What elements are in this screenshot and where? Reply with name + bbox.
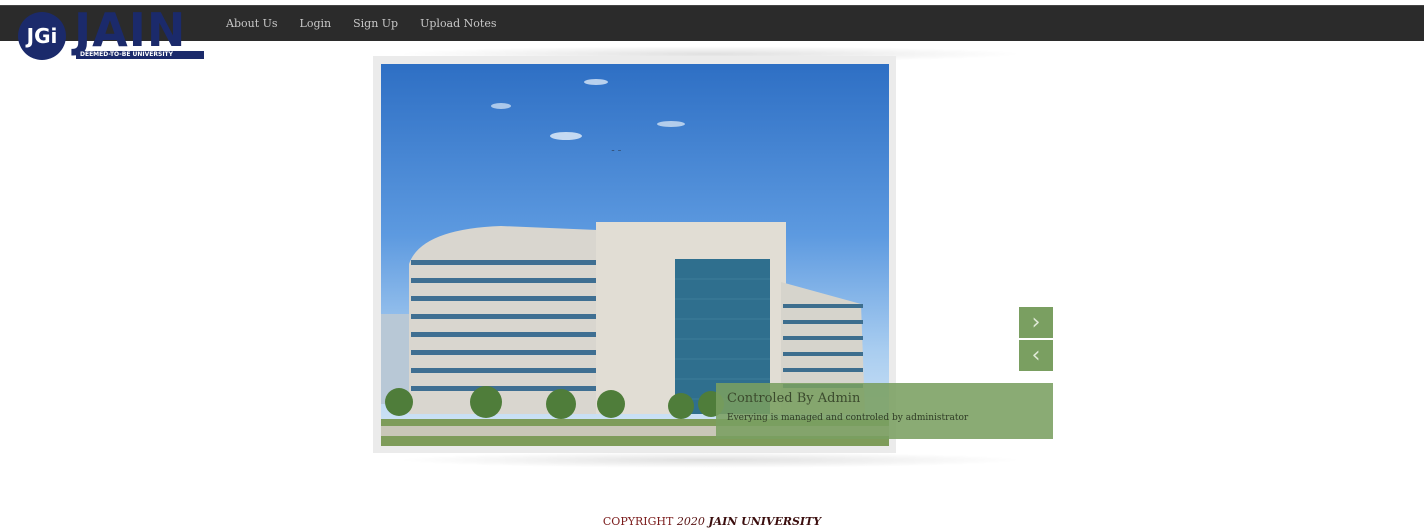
slide-caption: Controled By Admin Everying is managed a… — [716, 383, 1053, 439]
nav-sign-up-link[interactable]: Sign Up — [353, 17, 398, 30]
logo-tagline: DEEMED-TO-BE UNIVERSITY — [76, 51, 204, 59]
slider-bottom-shadow — [395, 452, 1025, 468]
chevron-right-icon: › — [1031, 310, 1041, 335]
copyright-label: COPYRIGHT — [602, 515, 674, 528]
footer-copyright: COPYRIGHT 2020 JAIN UNIVERSITY — [0, 515, 1424, 528]
logo-badge: JGi — [18, 12, 66, 60]
svg-text:˜ ˜: ˜ ˜ — [611, 149, 622, 158]
top-navbar: About Us Login Sign Up Upload Notes — [0, 5, 1424, 41]
nav-links: About Us Login Sign Up Upload Notes — [226, 6, 518, 41]
caption-text: Everying is managed and controled by adm… — [727, 413, 969, 423]
chevron-left-icon: ‹ — [1031, 343, 1041, 368]
copyright-year: 2020 — [676, 515, 705, 528]
nav-about-us-link[interactable]: About Us — [226, 17, 278, 30]
slider-prev-button[interactable]: ‹ — [1019, 340, 1053, 371]
slider-next-button[interactable]: › — [1019, 307, 1053, 338]
logo-wordmark: JAIN — [74, 3, 187, 57]
nav-upload-notes-link[interactable]: Upload Notes — [420, 17, 496, 30]
caption-title: Controled By Admin — [727, 391, 861, 406]
nav-login-link[interactable]: Login — [300, 17, 332, 30]
jain-logo[interactable]: JGi JAIN DEEMED-TO-BE UNIVERSITY — [18, 4, 208, 62]
copyright-university: JAIN UNIVERSITY — [708, 515, 822, 528]
